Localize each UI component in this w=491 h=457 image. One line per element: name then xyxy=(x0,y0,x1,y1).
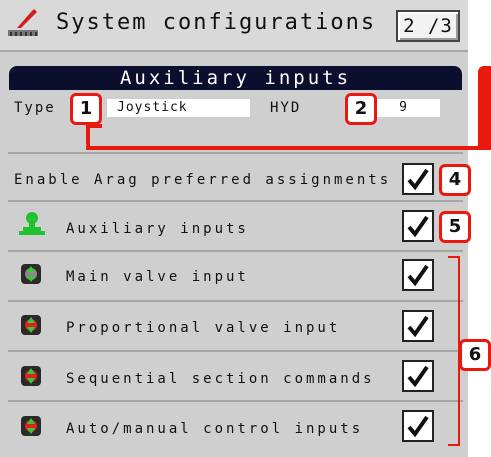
check-icon xyxy=(407,415,429,438)
hyd-field[interactable]: 9 xyxy=(366,99,440,117)
callout-1: 1 xyxy=(70,93,102,125)
divider xyxy=(8,250,463,252)
callout-2: 2 xyxy=(345,93,377,125)
checkbox-auto-manual[interactable] xyxy=(402,410,434,442)
callout-5: 5 xyxy=(439,211,471,243)
divider xyxy=(8,350,463,352)
callout-connector xyxy=(86,146,491,150)
green-person-icon xyxy=(19,212,45,235)
check-icon xyxy=(407,315,429,338)
sequential-section-icon xyxy=(21,366,41,386)
type-field[interactable]: Joystick xyxy=(107,99,250,117)
configuration-panel: System configurations 2 /3 Auxiliary inp… xyxy=(0,0,468,457)
divider xyxy=(8,300,463,302)
checkbox-main-valve[interactable] xyxy=(402,259,434,291)
checkbox-proportional-valve[interactable] xyxy=(402,310,434,342)
divider xyxy=(8,400,463,402)
main-valve-icon xyxy=(21,264,41,284)
row-label-auto-manual: Auto/manual control inputs xyxy=(66,421,364,437)
auto-manual-icon xyxy=(21,416,41,436)
bracket-6 xyxy=(448,444,460,446)
checkbox-sequential-section[interactable] xyxy=(402,360,434,392)
row-label-main-valve: Main valve input xyxy=(66,269,249,285)
callout-connector xyxy=(86,124,90,148)
check-icon xyxy=(407,365,429,388)
checkbox-arag-assignments[interactable] xyxy=(402,163,434,195)
row-label-arag-assignments: Enable Arag preferred assignments xyxy=(14,172,392,188)
page-indicator[interactable]: 2 /3 xyxy=(396,10,460,42)
check-icon xyxy=(407,168,429,191)
system-config-icon[interactable] xyxy=(7,8,39,40)
row-label-aux-inputs: Auxiliary inputs xyxy=(66,221,249,237)
check-icon xyxy=(407,215,429,238)
proportional-valve-icon xyxy=(21,315,41,335)
hyd-label: HYD xyxy=(270,100,302,116)
page-title: System configurations xyxy=(56,10,377,35)
row-label-sequential-section: Sequential section commands xyxy=(66,371,375,387)
type-label: Type xyxy=(14,100,56,116)
callout-4: 4 xyxy=(439,164,471,196)
aux-inputs-header: Auxiliary inputs xyxy=(9,66,462,90)
divider xyxy=(8,152,463,154)
checkbox-aux-inputs[interactable] xyxy=(402,210,434,242)
check-icon xyxy=(407,264,429,287)
divider xyxy=(8,200,463,202)
callout-6: 6 xyxy=(459,339,491,371)
callout-connector xyxy=(478,66,491,150)
title-bar: System configurations 2 /3 xyxy=(0,0,468,52)
row-label-proportional-valve: Proportional valve input xyxy=(66,320,341,336)
